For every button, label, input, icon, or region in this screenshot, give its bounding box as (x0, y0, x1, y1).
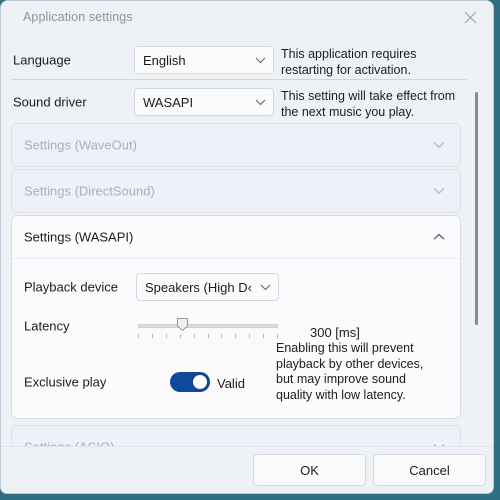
language-combobox[interactable]: English (134, 46, 274, 74)
settings-scroll-area: Language English This application requir… (1, 35, 493, 449)
latency-slider-track[interactable] (138, 324, 278, 328)
sound-driver-label: Sound driver (13, 94, 87, 110)
window-title: Application settings (23, 10, 133, 24)
row-sound-driver: Sound driver WASAPI This setting will ta… (1, 83, 493, 121)
language-hint: This application requires restarting for… (281, 47, 417, 77)
sound-driver-value: WASAPI (143, 94, 194, 110)
section-directsound-title: Settings (DirectSound) (24, 183, 155, 199)
playback-device-value: Speakers (High D‹ (145, 279, 252, 295)
section-waveout-title: Settings (WaveOut) (24, 137, 137, 153)
section-wasapi-title: Settings (WASAPI) (24, 229, 134, 245)
section-wasapi-header[interactable]: Settings (WASAPI) (12, 216, 460, 258)
playback-device-label: Playback device (24, 279, 118, 295)
section-waveout-header[interactable]: Settings (WaveOut) (12, 124, 460, 166)
chevron-down-icon (252, 284, 278, 291)
section-directsound-header[interactable]: Settings (DirectSound) (12, 170, 460, 212)
chevron-down-icon[interactable] (428, 134, 450, 156)
title-bar: Application settings (1, 1, 493, 35)
latency-slider-ticks (138, 334, 278, 339)
language-value: English (143, 52, 186, 68)
latency-slider-thumb[interactable] (177, 318, 188, 332)
section-wasapi-body: Playback device Speakers (High D‹ Latenc… (12, 258, 460, 423)
language-label: Language (13, 52, 71, 68)
close-button[interactable] (448, 1, 493, 33)
playback-device-combobox[interactable]: Speakers (High D‹ (136, 273, 279, 301)
chevron-up-icon[interactable] (428, 226, 450, 248)
sound-driver-combobox[interactable]: WASAPI (134, 88, 274, 116)
chevron-down-icon[interactable] (428, 180, 450, 202)
chevron-down-icon (247, 99, 273, 106)
exclusive-play-state: Valid (217, 376, 245, 391)
latency-value: 300 [ms] (310, 325, 360, 340)
exclusive-play-label: Exclusive play (24, 374, 107, 390)
vertical-scrollbar[interactable] (475, 80, 478, 340)
close-icon (464, 11, 477, 24)
ok-button[interactable]: OK (253, 454, 366, 486)
toggle-knob (193, 375, 207, 389)
dialog-footer: OK Cancel (1, 446, 493, 493)
scrollbar-thumb[interactable] (475, 92, 478, 325)
sound-driver-hint: This setting will take effect from the n… (281, 89, 456, 119)
section-wasapi[interactable]: Settings (WASAPI) Playback device Speake… (11, 215, 461, 419)
exclusive-play-toggle[interactable] (170, 372, 210, 392)
divider (11, 79, 467, 80)
cancel-button[interactable]: Cancel (373, 454, 486, 486)
exclusive-play-hint: Enabling this will prevent playback by o… (276, 341, 424, 402)
application-settings-window: Application settings Language English Th… (0, 0, 494, 494)
latency-label: Latency (24, 318, 70, 334)
section-directsound[interactable]: Settings (DirectSound) (11, 169, 461, 213)
chevron-down-icon (247, 57, 273, 64)
row-language: Language English This application requir… (1, 41, 493, 79)
section-waveout[interactable]: Settings (WaveOut) (11, 123, 461, 167)
